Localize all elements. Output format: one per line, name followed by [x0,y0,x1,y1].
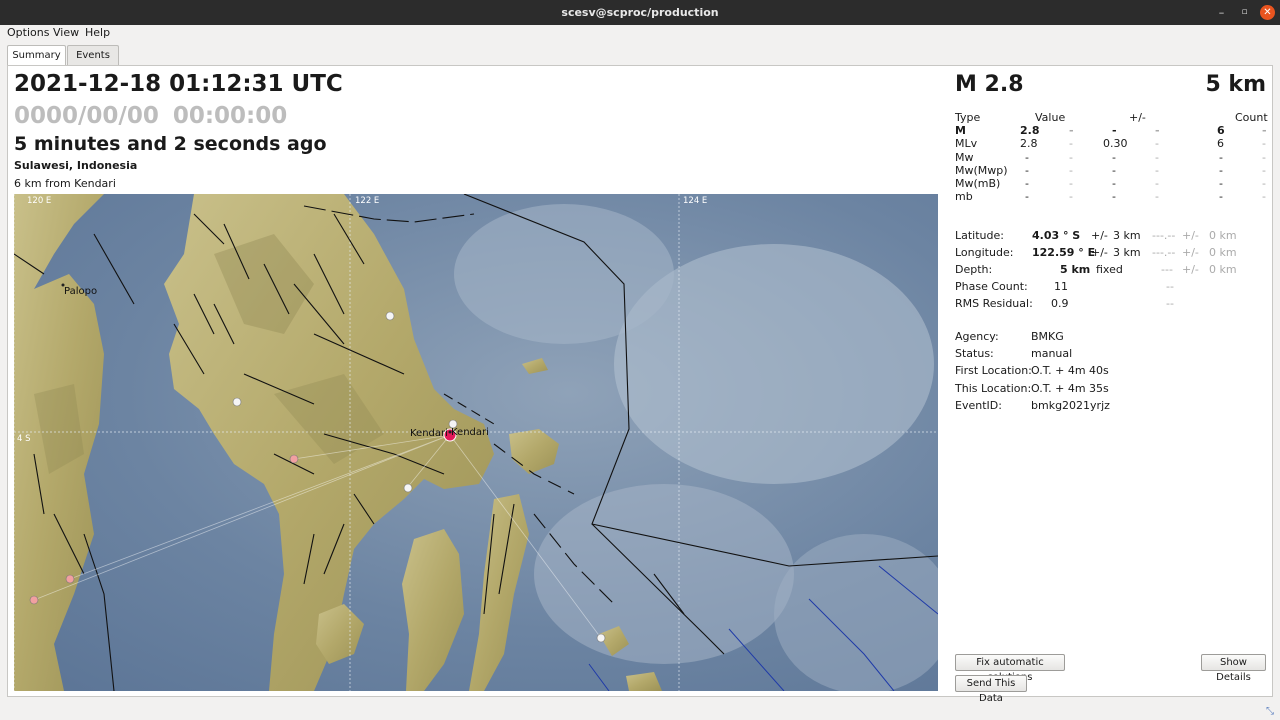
resize-grip-icon[interactable]: ⤡ [1266,707,1276,717]
event-id-row: EventID: bmkg2021yrjz [955,399,1110,412]
sea-haze [534,484,794,664]
grid-label-122e: 122 E [355,196,379,206]
sea-haze [454,204,674,344]
magnitude-row: MLv 2.8 - 0.30 - 6 - [955,137,1266,151]
menu-options[interactable]: Options [7,26,49,39]
magnitude-row: Mw(mB) - - - - - - [955,177,1266,191]
magnitude-row: M 2.8 - - - 6 - [955,124,1267,137]
city-label-kendari: Kendari [451,427,489,438]
grid-label-120e: 120 E [27,196,51,206]
window-titlebar: scesv@scproc/production – ▫ ✕ [0,0,1280,25]
maximize-icon[interactable]: ▫ [1237,5,1252,20]
nearest-city: 6 km from Kendari [14,177,116,190]
city-label-kendari: Kendari [410,428,448,439]
grid-label-4s: 4 S [17,434,31,444]
window-title: scesv@scproc/production [561,6,719,19]
depth-headline: 5 km [1205,72,1266,97]
col-count: Count [1235,111,1268,124]
agency-row: Agency: BMKG [955,330,1064,343]
tab-events[interactable]: Events [67,45,119,66]
rms-row: RMS Residual: 0.9 -- [955,297,1174,310]
longitude-row: Longitude: 122.59 ° E +/- 3 km ---.-- +/… [955,246,1237,259]
this-location-row: This Location: O.T. + 4m 35s [955,382,1109,395]
event-map[interactable]: 120 E 122 E 124 E 4 S Palopo Kendari Ken… [14,194,938,691]
magnitude-row: Mw(Mwp) - - - - - - [955,163,1266,177]
menubar: Options View Help [0,25,1280,42]
grid-label-124e: 124 E [683,196,707,206]
fix-automatic-button[interactable]: Fix automatic solutions [955,654,1065,683]
magnitude-table: Type Value +/- Count M 2.8 - - - 6 - MLv… [955,111,1268,204]
status-row: Status: manual [955,347,1073,360]
magnitude-row: Mw - - - - - - [955,150,1266,164]
region-name: Sulawesi, Indonesia [14,159,138,172]
city-label-palopo: Palopo [64,286,97,297]
depth-row: Depth: 5 km fixed --- +/- 0 km [955,263,1237,276]
send-data-button[interactable]: Send This Data [955,675,1027,704]
first-location-row: First Location: O.T. + 4m 40s [955,364,1109,377]
current-time: 0000/00/00 00:00:00 [14,103,288,129]
col-type: Type [955,111,981,124]
col-value: Value [1035,111,1066,124]
time-ago: 5 minutes and 2 seconds ago [14,133,327,155]
minimize-icon[interactable]: – [1214,5,1229,20]
show-details-button[interactable]: Show Details [1201,654,1266,683]
phase-count-row: Phase Count: 11 -- [955,280,1174,293]
close-icon[interactable]: ✕ [1260,5,1275,20]
origin-time: 2021-12-18 01:12:31 UTC [14,71,343,97]
menu-view[interactable]: View [53,26,79,39]
tab-summary[interactable]: Summary [7,45,66,67]
col-uncertainty: +/- [1129,111,1146,124]
menu-help[interactable]: Help [85,26,110,39]
magnitude-headline: M 2.8 [955,72,1024,97]
latitude-row: Latitude: 4.03 ° S +/- 3 km ---.-- +/- 0… [955,229,1237,242]
magnitude-row: mb - - - - - - [955,190,1266,204]
